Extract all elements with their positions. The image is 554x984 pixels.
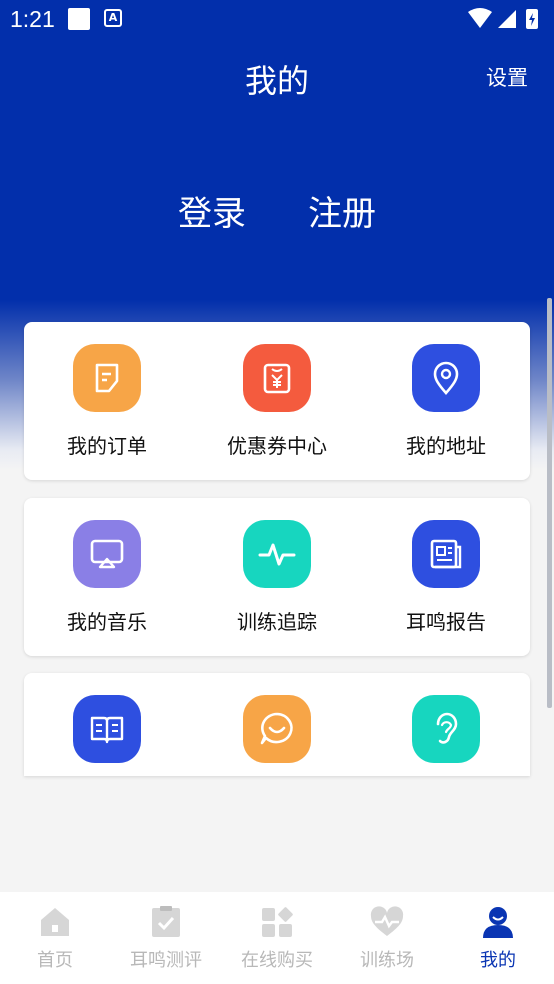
- checklist-icon: [111, 904, 221, 940]
- my-music-item[interactable]: 我的音乐: [24, 520, 192, 635]
- login-button[interactable]: 登录: [178, 186, 246, 235]
- service-card-1: 我的订单 优惠券中心 我的地址: [24, 322, 530, 480]
- book-item[interactable]: [24, 695, 192, 763]
- tab-mine[interactable]: 我的: [443, 904, 553, 972]
- wifi-icon: [468, 8, 492, 28]
- tab-training[interactable]: 训练场: [332, 904, 442, 972]
- item-label: 优惠券中心: [227, 434, 327, 458]
- pulse-icon: [243, 520, 311, 588]
- tab-shop[interactable]: 在线购买: [222, 904, 332, 972]
- bottom-tab-bar: 首页 耳鸣测评 在线购买 训练场 我的: [0, 892, 554, 984]
- tab-label: 在线购买: [241, 950, 313, 971]
- my-address-item[interactable]: 我的地址: [361, 344, 530, 459]
- service-card-2: 我的音乐 训练追踪 耳鸣报告: [24, 498, 530, 656]
- chat-item[interactable]: [192, 695, 362, 763]
- register-button[interactable]: 注册: [308, 186, 376, 235]
- item-label: 我的音乐: [67, 610, 147, 634]
- item-label: 我的订单: [67, 434, 147, 458]
- training-tracking-item[interactable]: 训练追踪: [192, 520, 362, 635]
- ear-icon: [412, 695, 480, 763]
- scrollbar[interactable]: [547, 298, 552, 708]
- tab-label: 耳鸣测评: [130, 950, 202, 971]
- signal-icon: [498, 10, 516, 28]
- page-title: 我的: [244, 62, 309, 100]
- chat-smile-icon: [243, 695, 311, 763]
- status-time: 1:21: [10, 6, 55, 32]
- coupon-center-item[interactable]: 优惠券中心: [192, 344, 362, 459]
- grid-shop-icon: [222, 904, 332, 940]
- music-screen-icon: [73, 520, 141, 588]
- notification-icon: [68, 8, 90, 30]
- home-icon: [0, 904, 110, 940]
- ear-item[interactable]: [361, 695, 530, 763]
- heart-pulse-icon: [332, 904, 442, 940]
- order-icon: [73, 344, 141, 412]
- settings-button[interactable]: 设置: [486, 62, 528, 92]
- book-icon: [73, 695, 141, 763]
- item-label: 我的地址: [406, 434, 486, 458]
- item-label: 训练追踪: [237, 610, 317, 634]
- status-right-icons: [466, 6, 546, 38]
- tab-home[interactable]: 首页: [0, 904, 110, 972]
- service-card-3: [24, 673, 530, 776]
- my-orders-item[interactable]: 我的订单: [24, 344, 192, 459]
- tab-label: 训练场: [360, 950, 414, 971]
- location-pin-icon: [412, 344, 480, 412]
- app-notification-icon: A: [104, 9, 122, 27]
- tab-label: 我的: [480, 950, 516, 971]
- item-label: 耳鸣报告: [406, 610, 486, 634]
- tab-assessment[interactable]: 耳鸣测评: [111, 904, 221, 972]
- report-icon: [412, 520, 480, 588]
- coupon-icon: [243, 344, 311, 412]
- tab-label: 首页: [37, 950, 73, 971]
- status-bar: 1:21 A: [0, 0, 554, 38]
- user-icon: [443, 904, 553, 940]
- tinnitus-report-item[interactable]: 耳鸣报告: [361, 520, 530, 635]
